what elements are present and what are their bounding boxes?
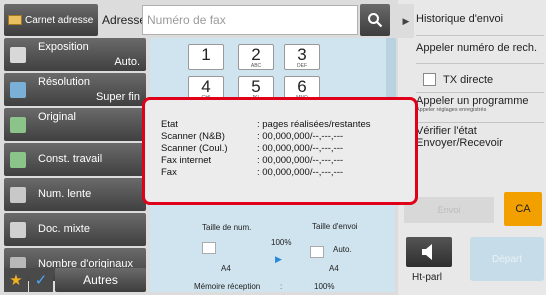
send-paper-size: A4: [329, 264, 339, 273]
clear-all-button[interactable]: CA: [504, 192, 542, 226]
panel-toggle-tab[interactable]: ▶: [398, 4, 414, 38]
address-book-button[interactable]: Carnet adresse: [4, 4, 98, 36]
keypad-letters: ABC: [250, 63, 262, 69]
job-build-button[interactable]: Const. travail: [4, 143, 146, 176]
overlay-row: Fax : 00,000,000/--,---,---: [161, 167, 343, 178]
mixed-size-label: Doc. mixte: [38, 223, 90, 235]
search-button[interactable]: [360, 4, 390, 36]
ratio-value: 100%: [271, 238, 292, 247]
slow-scan-label: Num. lente: [38, 188, 92, 200]
job-build-icon: [10, 152, 26, 168]
exposure-label: Exposition: [38, 41, 89, 53]
keypad-digit: 4: [201, 77, 211, 96]
overlay-row-value: : 00,000,000/--,---,---: [257, 131, 344, 142]
overlay-row-value: : 00,000,000/--,---,---: [257, 155, 344, 166]
arrow-right-icon: ▶: [275, 254, 282, 264]
recall-number-button[interactable]: Appeler numéro de rech.: [416, 42, 544, 54]
resolution-icon: [10, 82, 26, 98]
divider: [416, 92, 544, 93]
start-label: Départ: [491, 253, 522, 265]
keypad-letters: DEF: [297, 63, 307, 69]
send-button[interactable]: Envoi: [404, 197, 494, 223]
address-book-label: Carnet adresse: [25, 14, 94, 26]
keypad-key-1[interactable]: 1: [188, 44, 224, 70]
checkmark-icon: ✓: [34, 272, 48, 289]
divider: [416, 122, 544, 123]
search-icon: [368, 13, 383, 28]
job-build-label: Const. travail: [38, 153, 103, 165]
send-size-label: Taille d'envoi: [312, 222, 358, 231]
overlay-row-value: : 00,000,000/--,---,---: [257, 143, 344, 154]
mixed-size-icon: [10, 222, 26, 238]
fax-number-input[interactable]: Numéro de fax: [142, 5, 358, 35]
memory-separator: :: [280, 282, 283, 291]
keypad-key-2[interactable]: 2 ABC: [238, 44, 274, 70]
speaker-icon: [422, 244, 432, 260]
resolution-label: Résolution: [38, 76, 90, 88]
favorites-button[interactable]: ★: [4, 268, 28, 292]
send-document-icon: [310, 246, 324, 258]
keypad-digit: 6: [297, 77, 307, 96]
overlay-row: Scanner (N&B) : 00,000,000/--,---,---: [161, 131, 343, 142]
address-book-icon: [8, 15, 22, 25]
mixed-size-button[interactable]: Doc. mixte: [4, 213, 146, 246]
scan-paper-size: A4: [221, 264, 231, 273]
memory-value: 100%: [314, 282, 335, 291]
direct-tx-label: TX directe: [443, 74, 494, 86]
check-button[interactable]: ✓: [29, 268, 53, 292]
exposure-icon: [10, 47, 26, 63]
others-button[interactable]: Autres: [55, 268, 146, 292]
resolution-button[interactable]: Résolution Super fin: [4, 73, 146, 106]
slow-scan-button[interactable]: Num. lente: [4, 178, 146, 211]
scan-document-icon: [202, 242, 216, 254]
overlay-row-key: Fax internet: [161, 155, 212, 166]
overlay-header-value: : pages réalisées/restantes: [257, 119, 371, 130]
overlay-row-value: : 00,000,000/--,---,---: [257, 167, 344, 178]
on-hook-button[interactable]: [406, 237, 452, 267]
call-program-label: Appeler un programme: [416, 95, 529, 107]
on-hook-label: Ht-parl: [412, 272, 443, 283]
keypad-key-3[interactable]: 3 DEF: [284, 44, 320, 70]
bottom-left-bar: ★ ✓ Autres: [4, 268, 146, 292]
original-button[interactable]: Original: [4, 108, 146, 141]
slow-scan-icon: [10, 187, 26, 203]
exposure-button[interactable]: Exposition Auto.: [4, 38, 146, 71]
arrow-right-icon: ▶: [402, 15, 410, 26]
job-status-overlay: Etat : pages réalisées/restantes Scanner …: [142, 97, 418, 205]
divider: [416, 35, 544, 36]
divider: [416, 63, 544, 64]
memory-label: Mémoire réception: [194, 282, 261, 291]
original-label: Original: [38, 111, 76, 123]
star-icon: ★: [9, 272, 23, 289]
overlay-row: Fax internet : 00,000,000/--,---,---: [161, 155, 343, 166]
overlay-row-key: Scanner (N&B): [161, 131, 225, 142]
keypad-digit: 1: [201, 45, 211, 64]
keypad-digit: 3: [297, 45, 307, 64]
direct-tx-checkbox[interactable]: [423, 73, 436, 86]
send-history-button[interactable]: Historique d'envoi: [416, 13, 544, 25]
call-program-button[interactable]: Appeler un programme Appeler réglages en…: [416, 95, 544, 113]
keypad-digit: 5: [251, 77, 261, 96]
fax-screen: Carnet adresse Adresse Numéro de fax Exp…: [0, 0, 546, 295]
address-bar: Carnet adresse Adresse Numéro de fax: [4, 4, 394, 36]
send-size-auto: Auto.: [333, 245, 352, 254]
check-status-button[interactable]: Vérifier l'état Envoyer/Recevoir: [416, 125, 544, 149]
call-program-sublabel: Appeler réglages enregistrés: [416, 107, 487, 113]
scan-size-label: Taille de num.: [202, 223, 252, 232]
resolution-value: Super fin: [95, 91, 140, 103]
address-label: Adresse: [102, 13, 147, 27]
overlay-header: Etat : pages réalisées/restantes: [161, 119, 371, 130]
settings-menu: Exposition Auto. Résolution Super fin Or…: [4, 38, 146, 283]
keypad-digit: 2: [251, 45, 261, 64]
exposure-value: Auto.: [114, 56, 140, 68]
check-status-label: Vérifier l'état: [416, 125, 477, 137]
overlay-row-key: Fax: [161, 167, 177, 178]
original-icon: [10, 117, 26, 133]
overlay-header-key: Etat: [161, 119, 178, 130]
overlay-row: Scanner (Coul.) : 00,000,000/--,---,---: [161, 143, 343, 154]
send-receive-label: Envoyer/Recevoir: [416, 137, 503, 149]
start-button[interactable]: Départ: [470, 237, 544, 281]
overlay-row-key: Scanner (Coul.): [161, 143, 228, 154]
